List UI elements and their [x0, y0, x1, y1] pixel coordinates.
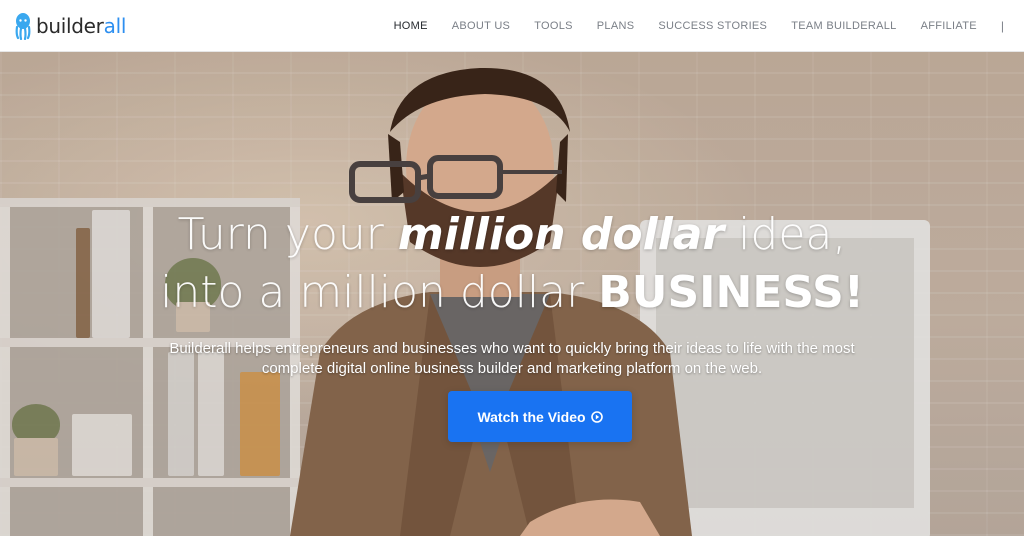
watch-video-label: Watch the Video — [477, 408, 586, 425]
nav-plans[interactable]: PLANS — [597, 20, 635, 32]
nav-separator: | — [1000, 19, 1004, 33]
brand-logo[interactable]: builderall — [14, 12, 126, 40]
hero-headline-line-2: into a million dollar BUSINESS! — [0, 267, 1024, 318]
hero-headline-line-1: Turn your million dollar idea, — [0, 209, 1024, 260]
nav-affiliate[interactable]: AFFILIATE — [921, 20, 977, 32]
headline-part: into a million dollar — [160, 267, 599, 318]
watch-video-button[interactable]: Watch the Video — [448, 391, 632, 442]
hero-section: Turn your million dollar idea, into a mi… — [0, 52, 1024, 536]
play-circle-icon — [590, 410, 603, 423]
nav-success-stories[interactable]: SUCCESS STORIES — [658, 20, 767, 32]
main-menu: HOME ABOUT US TOOLS PLANS SUCCESS STORIE… — [370, 0, 1004, 52]
top-navigation-bar: builderall HOME ABOUT US TOOLS PLANS SUC… — [0, 0, 1024, 52]
headline-part: Turn your — [177, 209, 398, 260]
hero-subtext: Builderall helps entrepreneurs and busin… — [169, 340, 855, 377]
headline-emphasis: million dollar — [397, 209, 725, 260]
headline-emphasis: BUSINESS! — [598, 267, 864, 318]
brand-name: builderall — [36, 14, 126, 38]
nav-team-builderall[interactable]: TEAM BUILDERALL — [791, 20, 896, 32]
headline-part: idea, — [724, 209, 847, 260]
brand-name-accent: all — [103, 13, 127, 38]
nav-home[interactable]: HOME — [394, 20, 428, 32]
octopus-logo-icon — [15, 12, 31, 40]
nav-tools[interactable]: TOOLS — [534, 20, 573, 32]
nav-about-us[interactable]: ABOUT US — [452, 20, 510, 32]
brand-name-main: builder — [36, 13, 104, 38]
